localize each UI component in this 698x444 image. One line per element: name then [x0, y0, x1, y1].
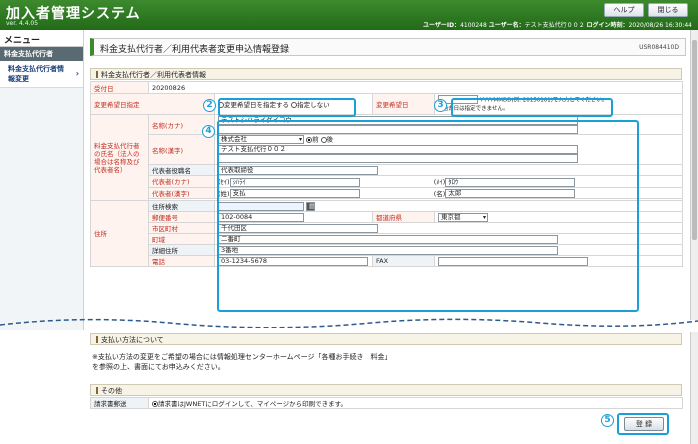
app-header: 加入者管理システム ver. 4.4.05 ヘルプ 閉じる ユーザーID：410… — [0, 0, 698, 30]
received-date-value: 20200826 — [147, 81, 684, 94]
marker-5: 5 — [601, 414, 614, 427]
section-agent-info: 料金支払代行者／利用代表者情報 — [90, 68, 682, 80]
rep-kanji-label: 代表者(漢字) — [148, 186, 215, 199]
page-title: 料金支払代行者／利用代表者変更申込情報登録 USR084410D — [90, 38, 686, 56]
login-time-label: ログイン時刻： — [586, 22, 629, 29]
user-id: 4100248 — [460, 22, 487, 29]
section-title: 支払い方法について — [101, 336, 164, 344]
other-form: 請求書郵送 請求書はJWNETにログインして、マイページから印刷できます。 — [90, 397, 683, 409]
marker-2: 2 — [203, 99, 216, 112]
screen-id: USR084410D — [639, 44, 679, 51]
user-name-label: ユーザー名： — [488, 22, 525, 29]
user-name: テスト支払代行００２ — [524, 22, 585, 29]
change-date-spec-label: 変更希望日指定 — [90, 93, 215, 115]
user-id-label: ユーザーID： — [422, 22, 461, 29]
scrollbar[interactable] — [690, 30, 698, 320]
addr-search-label: 住所検索 — [148, 200, 215, 212]
rep-title-label: 代表者役職名 — [148, 164, 215, 176]
sidebar: メニュー 料金支払代行者 料金支払代行者情報変更 › — [0, 30, 84, 330]
marker-3: 3 — [434, 99, 447, 112]
page-break-wave — [0, 318, 698, 328]
main-content: 料金支払代行者／利用代表者変更申込情報登録 USR084410D — [90, 38, 686, 56]
chevron-right-icon: › — [75, 69, 79, 78]
close-button[interactable]: 閉じる — [648, 3, 688, 17]
tel-label: 電話 — [148, 255, 215, 267]
app-version: ver. 4.4.05 — [6, 20, 39, 27]
received-date-label: 受付日 — [90, 81, 149, 94]
detail-label: 詳細住所 — [148, 244, 215, 256]
invoice-cell: 請求書はJWNETにログインして、マイページから印刷できます。 — [148, 397, 683, 409]
invoice-option-label: 請求書はJWNETにログインして、マイページから印刷できます。 — [158, 400, 347, 408]
menu-category: 料金支払代行者 — [0, 47, 83, 61]
section-other: その他 — [90, 384, 682, 396]
section-payment-method: 支払い方法について — [90, 333, 682, 345]
menu-title: メニュー — [0, 30, 83, 47]
user-info: ユーザーID：4100248 ユーザー名：テスト支払代行００２ ログイン時刻：2… — [423, 20, 692, 29]
agent-name-group-label: 料金支払代行者の氏名（法人の場合は名称及び代表者名） — [90, 114, 149, 201]
rep-kana-label: 代表者(カナ) — [148, 175, 215, 188]
section-title: その他 — [101, 387, 122, 395]
postal-label: 郵便番号 — [148, 211, 215, 223]
highlight-box-2 — [218, 98, 356, 117]
payment-note-line1: ※支払い方法の変更をご希望の場合には情報処理センターホームページ「各種お手続き … — [92, 353, 392, 361]
payment-note: ※支払い方法の変更をご希望の場合には情報処理センターホームページ「各種お手続き … — [92, 352, 392, 372]
marker-4: 4 — [202, 125, 215, 138]
highlight-box-5 — [617, 413, 669, 435]
payment-note-line2: を参照の上、書面にてお申込みください。 — [92, 363, 225, 371]
highlight-box-4 — [217, 120, 639, 312]
page-title-text: 料金支払代行者／利用代表者変更申込情報登録 — [100, 45, 290, 55]
login-time: 2020/08/26 16:30:44 — [628, 22, 692, 29]
town-label: 町域 — [148, 233, 215, 245]
highlight-box-3 — [451, 98, 613, 117]
change-date-label: 変更希望日 — [372, 93, 435, 115]
sidebar-item-agent-info-change[interactable]: 料金支払代行者情報変更 › — [0, 61, 83, 88]
section-title: 料金支払代行者／利用代表者情報 — [101, 71, 206, 79]
help-button[interactable]: ヘルプ — [604, 3, 644, 17]
address-group-label: 住所 — [90, 200, 149, 267]
sidebar-item-label: 料金支払代行者情報変更 — [8, 65, 64, 83]
scrollbar-thumb[interactable] — [692, 40, 697, 240]
city-label: 市区町村 — [148, 222, 215, 234]
scrollbar-lower[interactable] — [690, 332, 698, 444]
name-kanji-label: 名称(漢字) — [148, 134, 215, 165]
invoice-label: 請求書郵送 — [90, 397, 149, 409]
